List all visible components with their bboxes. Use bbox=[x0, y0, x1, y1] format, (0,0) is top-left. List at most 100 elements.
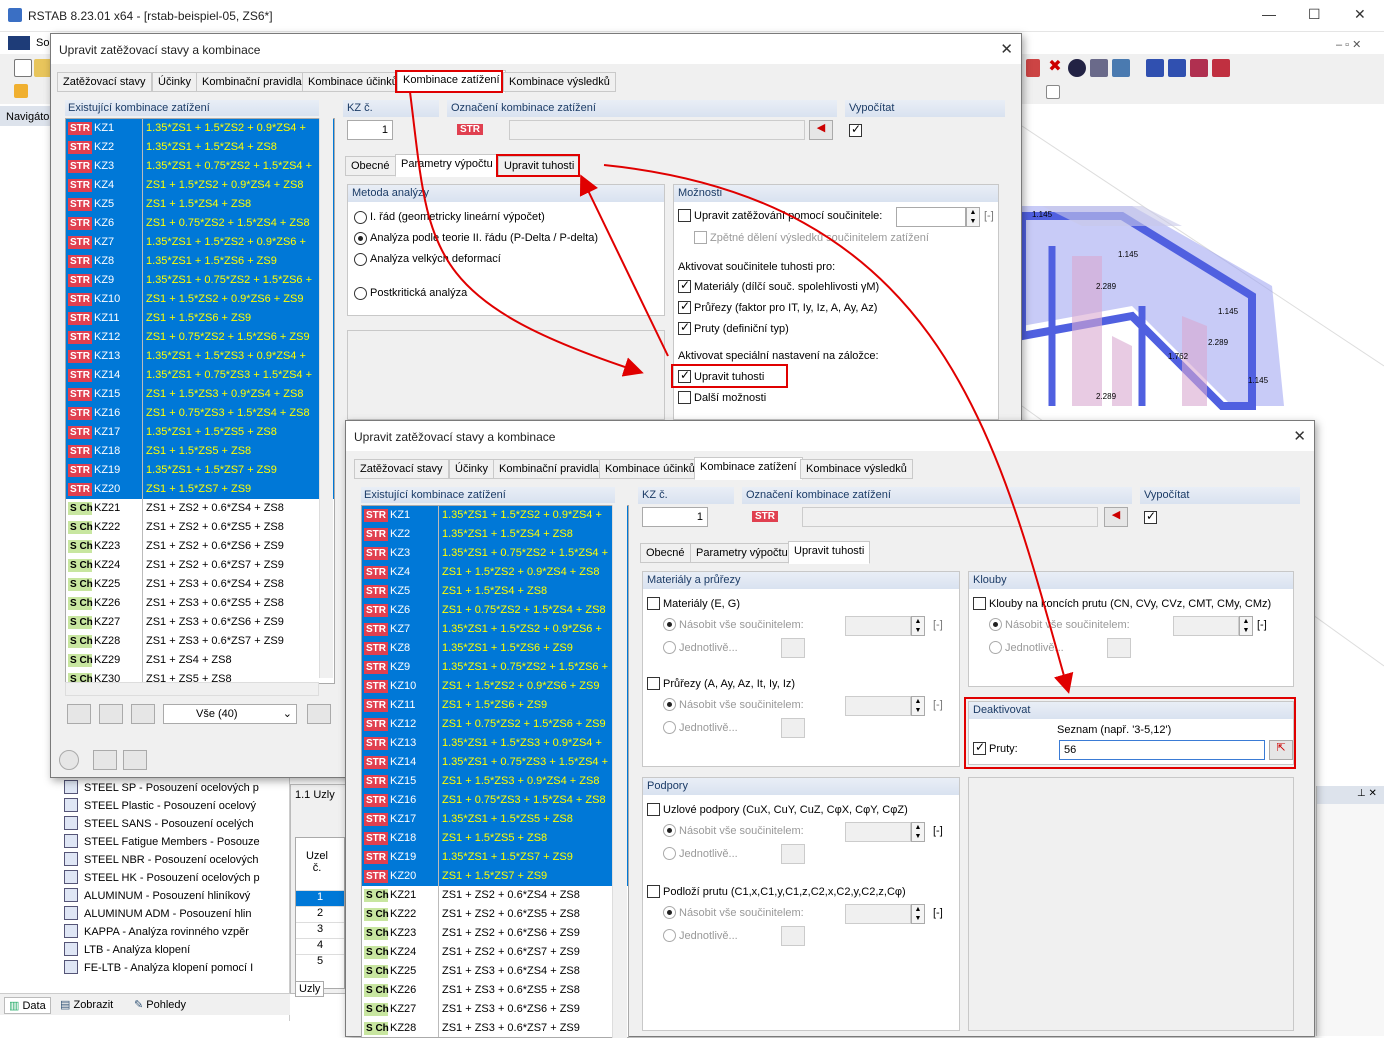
found-mult-input[interactable] bbox=[845, 904, 911, 924]
subtab-general[interactable]: Obecné bbox=[345, 156, 396, 176]
combo-row-kz21[interactable]: S Ch KZ21 ZS1 + ZS2 + 0.6*ZS4 + ZS8 bbox=[66, 499, 334, 518]
module-item[interactable]: STEEL HK - Posouzení ocelových p bbox=[64, 870, 260, 884]
subtab-stiffness[interactable]: Upravit tuhosti bbox=[498, 156, 581, 176]
combo-row-kz8[interactable]: STR KZ8 1.35*ZS1 + 1.5*ZS6 + ZS9 bbox=[66, 252, 334, 271]
scrollbar-v[interactable] bbox=[319, 118, 333, 678]
new-file-icon[interactable] bbox=[14, 59, 32, 77]
combo-row-kz26[interactable]: S Ch KZ26 ZS1 + ZS3 + 0.6*ZS5 + ZS8 bbox=[362, 981, 628, 1000]
menu-logo-icon[interactable] bbox=[8, 36, 30, 50]
combo-row-kz23[interactable]: S Ch KZ23 ZS1 + ZS2 + 0.6*ZS6 + ZS9 bbox=[66, 537, 334, 556]
front-name-pick-icon[interactable]: ◀ bbox=[1104, 507, 1128, 527]
combo-row-kz3[interactable]: STR KZ3 1.35*ZS1 + 0.75*ZS2 + 1.5*ZS4 + bbox=[362, 544, 628, 563]
method-radio-3[interactable] bbox=[354, 253, 367, 266]
load-icon-2[interactable] bbox=[1168, 59, 1186, 77]
front-subtab-calc-params[interactable]: Parametry výpočtu bbox=[690, 543, 794, 563]
combo-row-kz13[interactable]: STR KZ13 1.35*ZS1 + 1.5*ZS3 + 0.9*ZS4 + bbox=[66, 347, 334, 366]
subtab-calc-params[interactable]: Parametry výpočtu bbox=[395, 154, 499, 177]
method-radio-4[interactable] bbox=[354, 287, 367, 300]
close-icon[interactable]: ✕ bbox=[1354, 6, 1366, 23]
save-icon[interactable] bbox=[123, 750, 147, 770]
sec-mult-input[interactable] bbox=[845, 696, 911, 716]
combo-row-kz27[interactable]: S Ch KZ27 ZS1 + ZS3 + 0.6*ZS6 + ZS9 bbox=[66, 613, 334, 632]
combo-row-kz7[interactable]: STR KZ7 1.35*ZS1 + 1.5*ZS2 + 0.9*ZS6 + bbox=[362, 620, 628, 639]
combo-row-kz13[interactable]: STR KZ13 1.35*ZS1 + 1.5*ZS3 + 0.9*ZS4 + bbox=[362, 734, 628, 753]
combo-row-kz17[interactable]: STR KZ17 1.35*ZS1 + 1.5*ZS5 + ZS8 bbox=[66, 423, 334, 442]
table-row[interactable]: 4 bbox=[296, 938, 344, 954]
hinges-mult-spinner[interactable]: ▲ ▼ bbox=[1239, 616, 1253, 636]
module-item[interactable]: ALUMINUM ADM - Posouzení hlin bbox=[64, 906, 252, 920]
combo-row-kz10[interactable]: STR KZ10 ZS1 + 1.5*ZS2 + 0.9*ZS6 + ZS9 bbox=[362, 677, 628, 696]
sec-indiv-radio[interactable] bbox=[663, 721, 676, 734]
module-item[interactable]: STEEL SP - Posouzení ocelových p bbox=[64, 780, 259, 794]
combo-row-kz2[interactable]: STR KZ2 1.35*ZS1 + 1.5*ZS4 + ZS8 bbox=[362, 525, 628, 544]
mat-mult-radio[interactable] bbox=[663, 618, 676, 631]
pin-icon[interactable]: ⊥ ✕ bbox=[1357, 788, 1377, 799]
table-row[interactable]: 5 bbox=[296, 954, 344, 970]
front-tab-result-combos[interactable]: Kombinace výsledků bbox=[800, 459, 913, 479]
combo-row-kz15[interactable]: STR KZ15 ZS1 + 1.5*ZS3 + 0.9*ZS4 + ZS8 bbox=[362, 772, 628, 791]
tab-load-cases[interactable]: Zatěžovací stavy bbox=[57, 72, 152, 92]
tab-action-combos[interactable]: Kombinace účinků bbox=[302, 72, 404, 92]
combo-row-kz16[interactable]: STR KZ16 ZS1 + 0.75*ZS3 + 1.5*ZS4 + ZS8 bbox=[66, 404, 334, 423]
mdi-controls[interactable]: ‒ ▫ ✕ bbox=[1336, 38, 1361, 51]
found-indiv-radio[interactable] bbox=[663, 929, 676, 942]
front-calc-checkbox[interactable] bbox=[1144, 509, 1157, 524]
combo-row-kz18[interactable]: STR KZ18 ZS1 + 1.5*ZS5 + ZS8 bbox=[66, 442, 334, 461]
nodal-indiv-radio[interactable] bbox=[663, 847, 676, 860]
deact-members-input[interactable]: 56 bbox=[1059, 740, 1265, 760]
tab-load-combos[interactable]: Kombinace zatížení bbox=[397, 70, 506, 93]
nav-tab-view[interactable]: ▤ Zobrazit bbox=[60, 998, 113, 1011]
front-tab-action-combos[interactable]: Kombinace účinků bbox=[599, 459, 701, 479]
combo-row-kz25[interactable]: S Ch KZ25 ZS1 + ZS3 + 0.6*ZS4 + ZS8 bbox=[66, 575, 334, 594]
sec-checkbox[interactable] bbox=[647, 677, 660, 690]
load-icon-4[interactable] bbox=[1212, 59, 1230, 77]
name-input[interactable] bbox=[509, 120, 805, 140]
front-subtab-stiffness[interactable]: Upravit tuhosti bbox=[788, 541, 871, 564]
nodal-mult-radio[interactable] bbox=[663, 824, 676, 837]
hinges-mult-radio[interactable] bbox=[989, 618, 1002, 631]
module-item[interactable]: STEEL SANS - Posouzení ocelých bbox=[64, 816, 254, 830]
combo-row-kz3[interactable]: STR KZ3 1.35*ZS1 + 0.75*ZS2 + 1.5*ZS4 + bbox=[66, 157, 334, 176]
module-item[interactable]: FE-LTB - Analýza klopení pomocí I bbox=[64, 960, 253, 974]
dialog-front-close-icon[interactable]: ✕ bbox=[1293, 427, 1306, 445]
combo-row-kz16[interactable]: STR KZ16 ZS1 + 0.75*ZS3 + 1.5*ZS4 + ZS8 bbox=[362, 791, 628, 810]
materials-checkbox[interactable] bbox=[678, 278, 691, 293]
combo-row-kz27[interactable]: S Ch KZ27 ZS1 + ZS3 + 0.6*ZS6 + ZS9 bbox=[362, 1000, 628, 1019]
nodal-mult-spinner[interactable]: ▲ ▼ bbox=[911, 822, 925, 842]
view-icon[interactable] bbox=[1046, 85, 1060, 99]
open-icon[interactable] bbox=[93, 750, 117, 770]
maximize-icon[interactable]: ☐ bbox=[1308, 6, 1321, 23]
sec-mult-spinner[interactable]: ▲ ▼ bbox=[911, 696, 925, 716]
hinges-indiv-radio[interactable] bbox=[989, 641, 1002, 654]
nodal-mult-input[interactable] bbox=[845, 822, 911, 842]
tab-actions[interactable]: Účinky bbox=[152, 72, 198, 92]
combo-row-kz24[interactable]: S Ch KZ24 ZS1 + ZS2 + 0.6*ZS7 + ZS9 bbox=[362, 943, 628, 962]
mat-mult-spinner[interactable]: ▲ ▼ bbox=[911, 616, 925, 636]
members-checkbox[interactable] bbox=[678, 320, 691, 335]
combo-row-kz4[interactable]: STR KZ4 ZS1 + 1.5*ZS2 + 0.9*ZS4 + ZS8 bbox=[66, 176, 334, 195]
combo-row-kz14[interactable]: STR KZ14 1.35*ZS1 + 0.75*ZS3 + 1.5*ZS4 + bbox=[362, 753, 628, 772]
mat-checkbox[interactable] bbox=[647, 597, 660, 610]
nav-tab-views[interactable]: ✎ Pohledy bbox=[134, 998, 186, 1011]
combo-row-kz28[interactable]: S Ch KZ28 ZS1 + ZS3 + 0.6*ZS7 + ZS9 bbox=[66, 632, 334, 651]
factor-checkbox[interactable] bbox=[678, 209, 691, 222]
combo-row-kz20[interactable]: STR KZ20 ZS1 + 1.5*ZS7 + ZS9 bbox=[362, 867, 628, 886]
combo-row-kz18[interactable]: STR KZ18 ZS1 + 1.5*ZS5 + ZS8 bbox=[362, 829, 628, 848]
tab-result-combos[interactable]: Kombinace výsledků bbox=[503, 72, 616, 92]
combo-row-kz6[interactable]: STR KZ6 ZS1 + 0.75*ZS2 + 1.5*ZS4 + ZS8 bbox=[66, 214, 334, 233]
hinges-mult-input[interactable] bbox=[1173, 616, 1239, 636]
table-row[interactable]: 2 bbox=[296, 906, 344, 922]
generate-combo-icon[interactable] bbox=[131, 704, 155, 724]
kz-input[interactable]: 1 bbox=[347, 120, 393, 140]
delete-combo-icon[interactable] bbox=[307, 704, 331, 724]
combo-row-kz24[interactable]: S Ch KZ24 ZS1 + ZS2 + 0.6*ZS7 + ZS9 bbox=[66, 556, 334, 575]
module-item[interactable]: ALUMINUM - Posouzení hliníkový bbox=[64, 888, 250, 902]
module-item[interactable]: STEEL NBR - Posouzení ocelových bbox=[64, 852, 258, 866]
combo-row-kz4[interactable]: STR KZ4 ZS1 + 1.5*ZS2 + 0.9*ZS4 + ZS8 bbox=[362, 563, 628, 582]
combo-row-kz1[interactable]: STR KZ1 1.35*ZS1 + 1.5*ZS2 + 0.9*ZS4 + bbox=[66, 119, 334, 138]
load-icon-1[interactable] bbox=[1146, 59, 1164, 77]
combo-list-back[interactable]: STR KZ1 1.35*ZS1 + 1.5*ZS2 + 0.9*ZS4 + STR K… bbox=[65, 118, 335, 684]
hinges-checkbox[interactable] bbox=[973, 597, 986, 610]
help-icon[interactable] bbox=[59, 750, 79, 770]
sections-checkbox[interactable] bbox=[678, 299, 691, 314]
